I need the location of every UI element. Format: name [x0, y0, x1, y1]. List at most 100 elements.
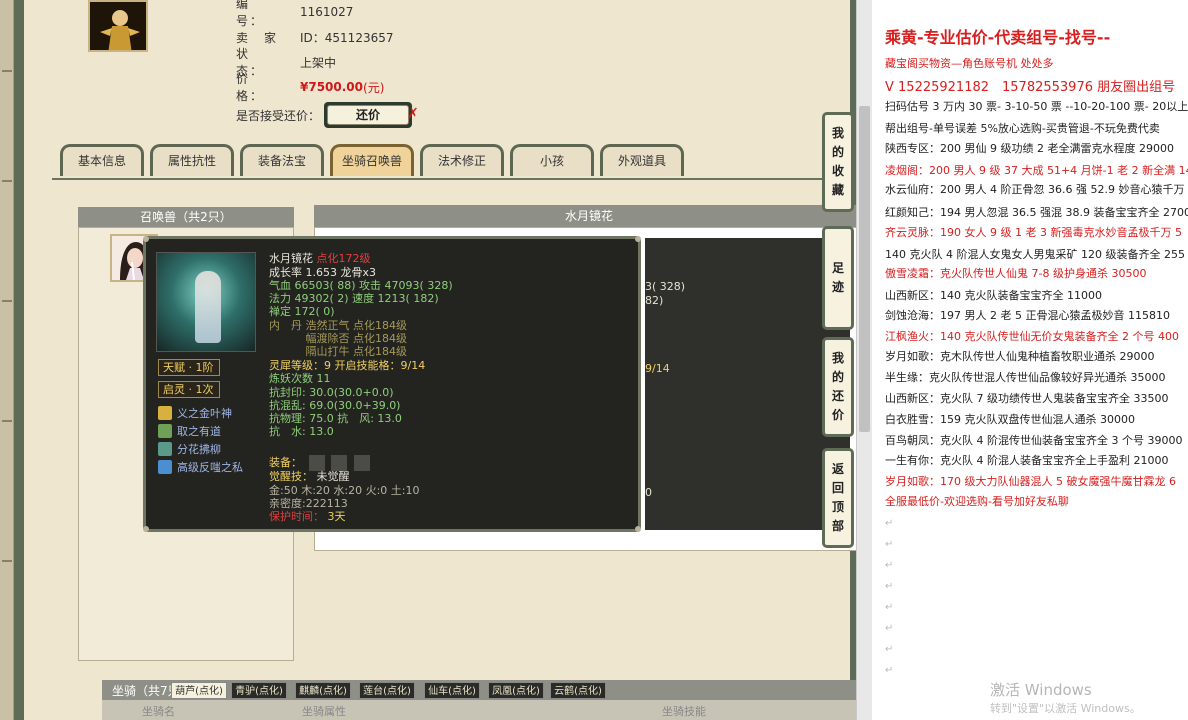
pets-list-header: 召唤兽（共2只） [78, 207, 294, 227]
skill-name-3: 分花拂柳 [177, 443, 221, 456]
elements-line: 金:50 木:20 水:20 火:0 土:10 [269, 484, 420, 497]
skill-row-1: 义之金叶神 [158, 405, 232, 421]
core-line-2: 幅渡除否 点化184级 [269, 332, 407, 345]
nav-footprints-label: 足迹 [831, 261, 844, 294]
awaken-line: 觉醒技： 未觉醒 [269, 470, 350, 483]
pet-detail-dark-pane: 3( 328) 82) 9/14 0 [645, 238, 850, 530]
nav-footprints[interactable]: 足迹 [822, 226, 854, 330]
resist-line-4: 抗 水: 13.0 [269, 425, 334, 438]
pet-portrait [156, 252, 256, 352]
skill-flower-icon [158, 442, 172, 456]
peek-text-4: 0 [645, 486, 652, 499]
counter-offer-row: 是否接受还价： [236, 106, 320, 124]
equip-slot-2 [331, 455, 347, 471]
intimacy-line: 亲密度:222113 [269, 497, 348, 510]
number-value: 1161027 [300, 5, 354, 19]
doc-title: 乘黄-专业估价-代卖组号-找号-- [885, 28, 1111, 47]
tab-appearance[interactable]: 外观道具 [600, 144, 684, 176]
doc-line-16: 半生缘：克火队传世混人传世仙品像较好异光通杀 35000 [885, 371, 1166, 384]
tab-spell-mods[interactable]: 法术修正 [420, 144, 504, 176]
detail-tabs: 基本信息 属性抗性 装备法宝 坐骑召唤兽 法术修正 小孩 外观道具 [60, 144, 684, 178]
doc-line-21: 岁月如歌：170 级大力队仙器混人 5 破女魔强牛魔甘霖龙 6 [885, 475, 1176, 488]
seller-value: ID：451123657 [300, 30, 394, 45]
refine-line: 炼妖次数 11 [269, 372, 331, 385]
tooltip-title: 水月镜花 点化172级 [269, 252, 371, 265]
price-unit: (元) [363, 80, 385, 95]
counter-offer-cross-icon: ✗ [407, 106, 419, 122]
talent-badge: 天赋 · 1阶 [158, 359, 220, 376]
price-value: ¥7500.00 [300, 80, 364, 94]
pet-level: 点化172级 [316, 252, 371, 265]
col-mount-attrs: 坐骑属性 [302, 705, 346, 718]
tab-mounts-pets[interactable]: 坐骑召唤兽 [330, 144, 414, 176]
core-line-1: 内 丹 浩然正气 点化184级 [269, 319, 407, 332]
paragraph-mark: ↵ [885, 623, 894, 634]
page-scrollbar[interactable] [856, 0, 872, 720]
windows-watermark: 激活 Windows [990, 681, 1092, 699]
skill-water-icon [158, 460, 172, 474]
doc-line-15: 岁月如歌：克木队传世人仙鬼种植畜牧职业通杀 29000 [885, 350, 1155, 363]
skill-name-4: 高级反嗤之私 [177, 461, 243, 474]
pet-name: 水月镜花 [269, 252, 313, 265]
resist-line-1: 抗封印: 30.0(30.0+0.0) [269, 386, 394, 399]
nav-my-counteroffers[interactable]: 我的还价 [822, 337, 854, 437]
skill-row-2: 取之有道 [158, 423, 221, 439]
scrollbar-thumb[interactable] [859, 106, 870, 432]
text-document: 乘黄-专业估价-代卖组号-找号-- 藏宝阁买物资—角色账号机 处处多 V 152… [872, 0, 1188, 720]
seller-label: 卖 家 [236, 30, 279, 45]
doc-line-10: 140 克火队 4 阶混人女鬼女人男鬼采矿 120 级装备齐全 255 [885, 248, 1185, 261]
mounts-column-header: 坐骑名 坐骑属性 坐骑技能 [102, 700, 862, 720]
mount-tab-3[interactable]: 麒麟(点化) [295, 682, 351, 699]
mount-tab-2[interactable]: 青驴(点化) [231, 682, 287, 699]
doc-line-9: 齐云灵脉：190 女人 9 级 1 老 3 新强毒克水妙音孟极千万 5 [885, 226, 1182, 239]
peek-text-3: 9/14 [645, 362, 670, 375]
hp-atk-line: 气血 66503( 88) 攻击 47093( 328) [269, 279, 453, 292]
paragraph-mark: ↵ [885, 581, 894, 592]
counter-offer-button[interactable]: 还价 [324, 102, 412, 128]
spirit-line: 灵犀等级：9 开启技能格：9/14 [269, 359, 426, 372]
price-row: 价 格： ¥7500.00 (元) [236, 72, 385, 103]
nav-my-counteroffers-label: 我的还价 [831, 351, 844, 422]
left-edge-strip [0, 0, 14, 720]
mount-tab-6[interactable]: 凤凰(点化) [488, 682, 544, 699]
doc-line-22: 全服最低价-欢迎选购-看号加好友私聊 [885, 495, 1069, 508]
tab-children[interactable]: 小孩 [510, 144, 594, 176]
tab-attributes[interactable]: 属性抗性 [150, 144, 234, 176]
peek-text-1: 3( 328) [645, 280, 686, 293]
nav-back-to-top[interactable]: 返回顶部 [822, 448, 854, 548]
skill-gold-icon [158, 406, 172, 420]
tab-basic-info[interactable]: 基本信息 [60, 144, 144, 176]
character-avatar [88, 0, 148, 52]
status-value: 上架中 [300, 55, 337, 70]
doc-line-5: 陕西专区：200 男仙 9 级功绩 2 老全满雷克水程度 29000 [885, 142, 1174, 155]
price-label: 价 格： [236, 72, 279, 103]
skill-row-4: 高级反嗤之私 [158, 459, 243, 475]
nav-my-favorites[interactable]: 我的收藏 [822, 112, 854, 212]
protect-line: 保护时间： 3天 [269, 510, 346, 523]
equip-line: 装备： [269, 455, 370, 471]
counter-offer-button-label: 还价 [327, 105, 409, 125]
doc-line-11: 傲雪凌霜：克火队传世人仙鬼 7-8 级护身通杀 30500 [885, 267, 1147, 280]
resist-line-3: 抗物理: 75.0 抗 风: 13.0 [269, 412, 402, 425]
col-mount-name: 坐骑名 [142, 705, 175, 718]
paragraph-mark: ↵ [885, 539, 894, 550]
listing-number-row: 编 号： 1161027 [236, 0, 354, 28]
doc-line-17: 山西新区：克火队 7 级功绩传世人鬼装备宝宝齐全 33500 [885, 392, 1169, 405]
resist-line-2: 抗混乱: 69.0(30.0+39.0) [269, 399, 401, 412]
status-row: 状 态： 上架中 [236, 47, 337, 78]
mp-spd-line: 法力 49302( 2) 速度 1213( 182) [269, 292, 439, 305]
tab-equipment[interactable]: 装备法宝 [240, 144, 324, 176]
protect-label: 保护时间： [269, 510, 324, 523]
mount-tab-7[interactable]: 云鹤(点化) [550, 682, 606, 699]
paragraph-mark: ↵ [885, 644, 894, 655]
core-line-3: 隔山打牛 点化184级 [269, 345, 407, 358]
doc-line-20: 一生有你：克火队 4 阶混人装备宝宝齐全上手盈利 21000 [885, 454, 1169, 467]
mount-tab-4[interactable]: 莲台(点化) [359, 682, 415, 699]
skill-name-1: 义之金叶神 [177, 407, 232, 420]
mount-tab-5[interactable]: 仙车(点化) [424, 682, 480, 699]
awaken-value: 未觉醒 [316, 470, 350, 483]
doc-line-19: 百鸟朝凤：克火队 4 阶混传世仙装备宝宝齐全 3 个号 39000 [885, 434, 1183, 447]
equip-slot-1 [308, 455, 325, 471]
mount-tab-1[interactable]: 葫芦(点化) [171, 682, 227, 699]
skill-leaf-icon [158, 424, 172, 438]
